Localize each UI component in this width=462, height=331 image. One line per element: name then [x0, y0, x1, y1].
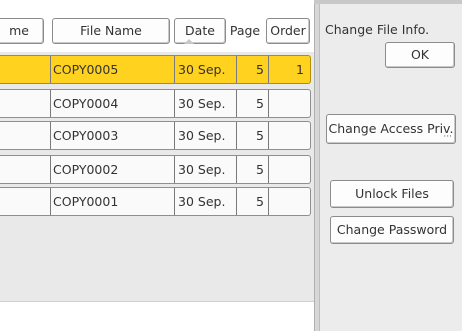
file-date: 30 Sep.	[174, 56, 237, 83]
file-date: 30 Sep.	[174, 156, 237, 183]
file-name: COPY0002	[50, 156, 171, 183]
change-access-privileges-label: Change Access Priv.	[328, 121, 454, 136]
file-pages: 5	[232, 90, 269, 117]
change-password-button[interactable]: Change Password	[330, 216, 454, 244]
change-access-privileges-button[interactable]: Change Access Priv. ···	[326, 114, 456, 144]
column-header-order-label: Order	[270, 23, 306, 38]
column-header-name-partial-label: me	[9, 23, 29, 38]
file-row[interactable]: COPY0001 30 Sep. 5	[0, 187, 311, 216]
file-pages: 5	[232, 156, 269, 183]
file-order	[268, 156, 310, 183]
file-row[interactable]: COPY0002 30 Sep. 5	[0, 155, 311, 184]
change-password-label: Change Password	[336, 222, 448, 237]
column-header-file-name[interactable]: File Name	[52, 18, 170, 44]
column-header-name-partial[interactable]: me	[0, 18, 44, 44]
column-header-date[interactable]: Date	[174, 18, 226, 44]
file-order: 1	[296, 62, 304, 77]
column-header-page: Page	[227, 18, 263, 44]
column-header-date-label: Date	[185, 23, 215, 38]
file-name: COPY0003	[50, 122, 171, 149]
more-icon: ···	[443, 132, 452, 142]
file-row[interactable]: COPY0004 30 Sep. 5	[0, 89, 311, 118]
file-name: COPY0001	[50, 188, 171, 215]
file-order	[268, 188, 310, 215]
column-header-file-name-label: File Name	[80, 23, 142, 38]
file-date: 30 Sep.	[174, 90, 237, 117]
ok-button[interactable]: OK	[385, 42, 455, 68]
file-date: 30 Sep.	[174, 188, 237, 215]
sort-indicator-icon	[184, 39, 194, 44]
unlock-files-button[interactable]: Unlock Files	[330, 180, 454, 208]
ok-button-label: OK	[410, 47, 430, 62]
file-row[interactable]: COPY0003 30 Sep. 5	[0, 121, 311, 150]
file-name: COPY0004	[50, 90, 171, 117]
file-order	[268, 122, 310, 149]
file-row[interactable]: COPY0005 30 Sep. 5 1	[0, 55, 311, 84]
file-pages: 5	[232, 56, 269, 83]
file-name: COPY0005	[50, 56, 171, 83]
file-pages: 5	[232, 188, 269, 215]
unlock-files-label: Unlock Files	[355, 186, 429, 201]
file-order	[268, 90, 310, 117]
column-header-page-label: Page	[229, 23, 261, 38]
panel-top-strip	[314, 0, 462, 4]
column-header-order[interactable]: Order	[266, 18, 310, 44]
file-pages: 5	[232, 122, 269, 149]
file-date: 30 Sep.	[174, 122, 237, 149]
change-file-info-title: Change File Info.	[325, 22, 430, 37]
